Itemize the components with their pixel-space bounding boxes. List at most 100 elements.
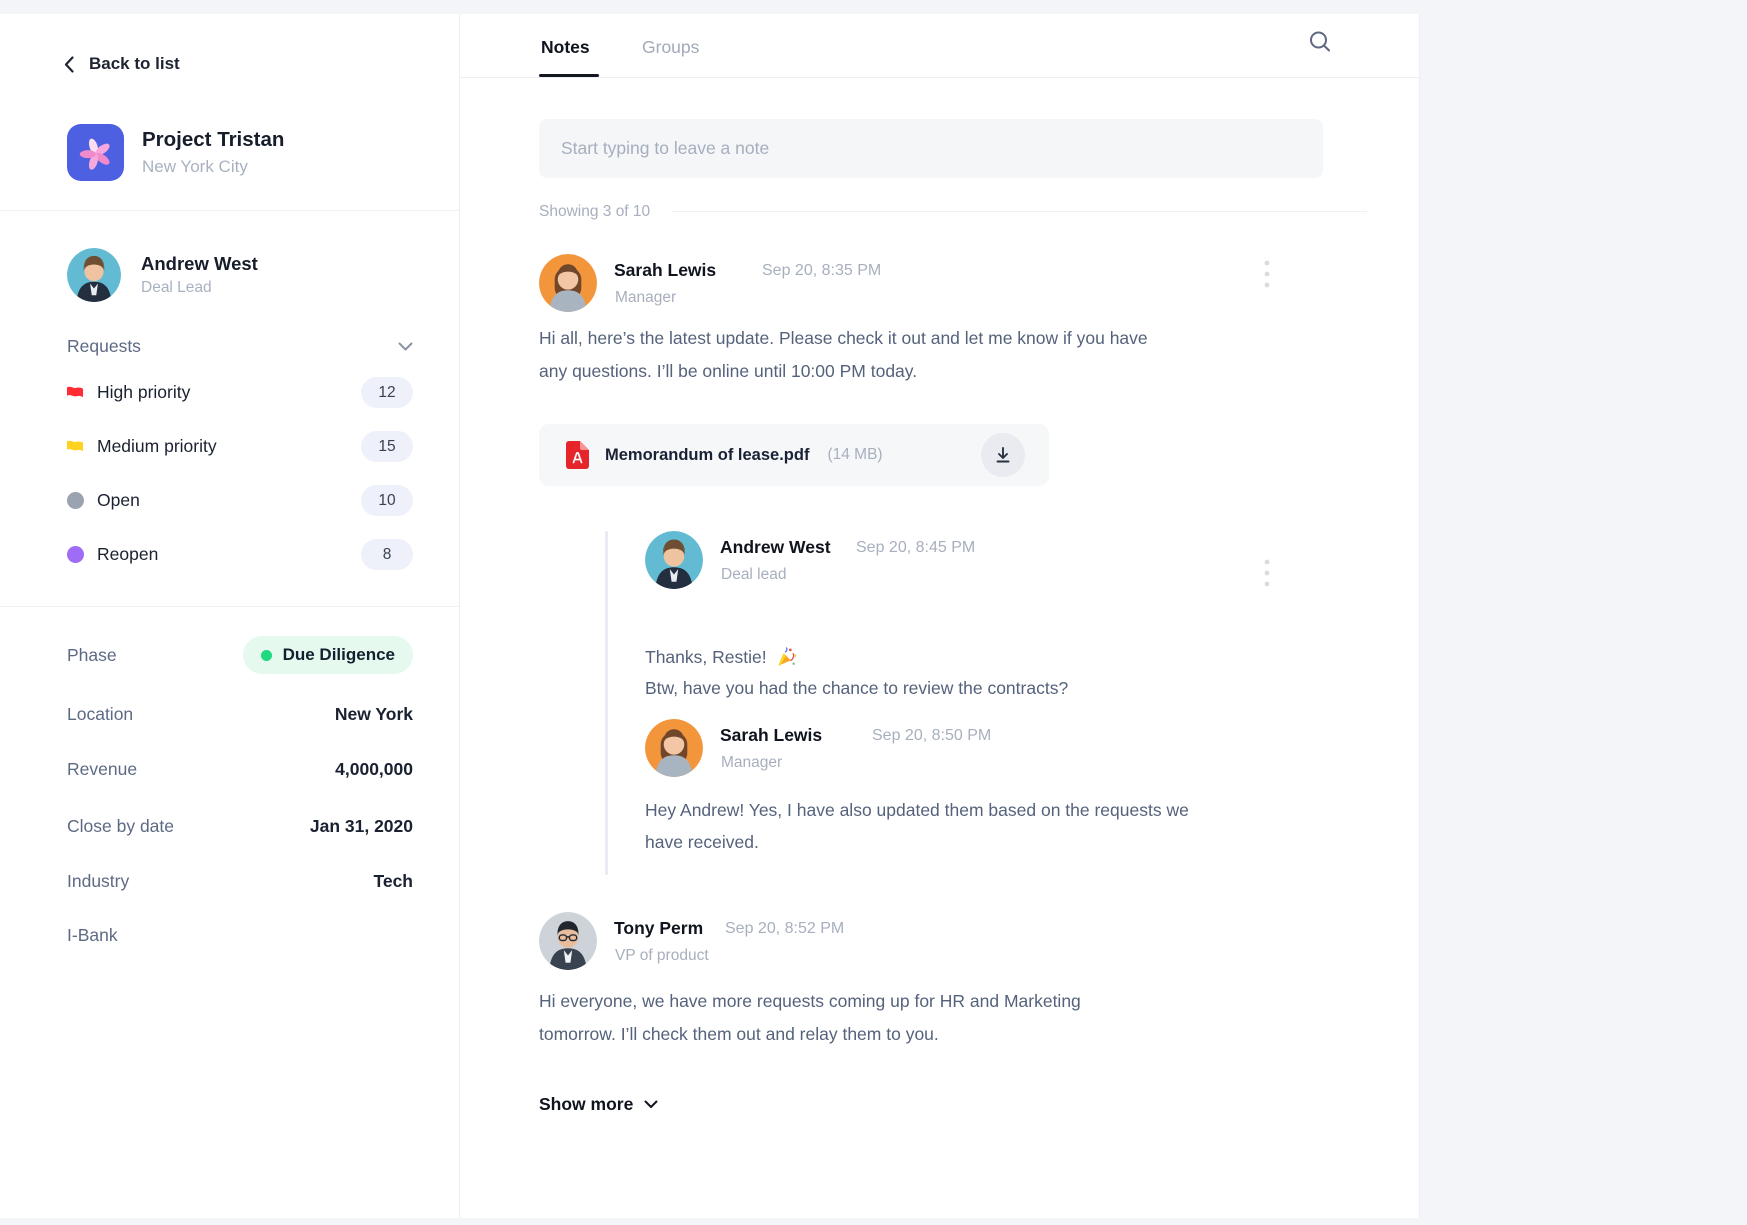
tab-notes[interactable]: Notes: [541, 37, 590, 58]
request-filter-label: Medium priority: [97, 436, 217, 457]
status-badge: Due Diligence: [243, 636, 413, 674]
thread-line: [605, 531, 608, 875]
status-dot-icon: [261, 650, 272, 661]
tab-groups[interactable]: Groups: [642, 37, 699, 58]
kebab-menu-icon: [1264, 260, 1270, 288]
avatar: [539, 912, 597, 970]
show-more-button[interactable]: Show more: [539, 1094, 658, 1115]
divider: [0, 606, 459, 607]
detail-label: Revenue: [67, 759, 137, 780]
sidebar: Back to list Project Tristan New York Ci…: [0, 14, 460, 1218]
request-filter-label: Reopen: [97, 544, 158, 565]
request-filter-high-priority[interactable]: High priority 12: [64, 377, 413, 408]
comment-timestamp: Sep 20, 8:35 PM: [762, 262, 881, 280]
detail-row-close-by-date: Close by date Jan 31, 2020: [67, 807, 413, 845]
detail-value: New York: [335, 704, 413, 725]
request-filter-medium-priority[interactable]: Medium priority 15: [64, 431, 413, 462]
comment-text: Hey Andrew! Yes, I have also updated the…: [645, 794, 1230, 858]
active-tab-underline: [539, 74, 599, 77]
avatar: [645, 719, 703, 777]
dot-icon: [64, 546, 86, 563]
request-filter-label: High priority: [97, 382, 190, 403]
detail-label: Industry: [67, 871, 129, 892]
notes-panel: Notes Groups Showing 3 of 10: [460, 14, 1420, 1218]
comment-author: Sarah Lewis: [614, 260, 716, 281]
tabs-header: Notes Groups: [460, 14, 1419, 78]
comment-author: Tony Perm: [614, 918, 703, 939]
detail-value: 4,000,000: [335, 759, 413, 780]
project-location: New York City: [142, 157, 284, 177]
attachment-file-name: Memorandum of lease.pdf: [605, 446, 809, 465]
party-popper-emoji: [776, 647, 797, 668]
detail-label: Close by date: [67, 816, 174, 837]
comment-author-role: VP of product: [615, 947, 709, 965]
back-to-list-button[interactable]: Back to list: [64, 54, 180, 74]
download-button[interactable]: [981, 433, 1025, 477]
request-count-badge: 12: [361, 377, 413, 408]
project-logo: [67, 124, 124, 181]
project-header: Project Tristan New York City: [67, 124, 284, 181]
comment-text: Hi all, here’s the latest update. Please…: [539, 322, 1159, 388]
showing-count-label: Showing 3 of 10: [539, 203, 650, 221]
divider: [672, 211, 1367, 212]
flag-icon: [64, 439, 86, 455]
comment-author-role: Manager: [721, 754, 782, 772]
request-filter-reopen[interactable]: Reopen 8: [64, 539, 413, 570]
show-more-label: Show more: [539, 1094, 633, 1115]
attachment-card[interactable]: Memorandum of lease.pdf (14 MB): [539, 424, 1049, 486]
kebab-menu-icon: [1264, 559, 1270, 587]
deal-lead-role: Deal Lead: [141, 279, 258, 297]
detail-row-location: Location New York: [67, 695, 413, 733]
detail-row-revenue: Revenue 4,000,000: [67, 750, 413, 788]
avatar: [645, 531, 703, 589]
request-count-badge: 10: [361, 485, 413, 516]
comment-timestamp: Sep 20, 8:45 PM: [856, 539, 975, 557]
request-filter-open[interactable]: Open 10: [64, 485, 413, 516]
project-name: Project Tristan: [142, 128, 284, 152]
comment-author: Sarah Lewis: [720, 725, 822, 746]
detail-label: I-Bank: [67, 925, 118, 946]
search-icon: [1307, 29, 1333, 55]
attachment-file-size: (14 MB): [827, 446, 882, 464]
comment-text: Hi everyone, we have more requests comin…: [539, 985, 1119, 1051]
detail-row-i-bank: I-Bank: [67, 916, 413, 954]
page: Back to list Project Tristan New York Ci…: [0, 0, 1747, 1225]
detail-value: Due Diligence: [283, 645, 395, 665]
comment-author: Andrew West: [720, 537, 831, 558]
avatar: [539, 254, 597, 312]
comment-text: Btw, have you had the chance to review t…: [645, 672, 1285, 705]
request-count-badge: 8: [361, 539, 413, 570]
requests-section-header[interactable]: Requests: [67, 336, 413, 357]
chevron-down-icon: [644, 1100, 658, 1109]
deal-lead-name: Andrew West: [141, 253, 258, 275]
comment-author-role: Manager: [615, 289, 676, 307]
search-button[interactable]: [1298, 21, 1342, 63]
detail-value: Tech: [373, 871, 413, 892]
flower-icon: [74, 131, 118, 175]
comment-author-role: Deal lead: [721, 566, 787, 584]
request-filter-label: Open: [97, 490, 140, 511]
detail-value: Jan 31, 2020: [310, 816, 413, 837]
deal-lead-card: Andrew West Deal Lead: [67, 248, 258, 302]
request-count-badge: 15: [361, 431, 413, 462]
detail-row-phase: Phase Due Diligence: [67, 636, 413, 674]
comment-timestamp: Sep 20, 8:50 PM: [872, 727, 991, 745]
chevron-left-icon: [64, 56, 74, 73]
back-to-list-label: Back to list: [89, 54, 180, 74]
divider: [0, 210, 459, 211]
dot-icon: [64, 492, 86, 509]
note-input[interactable]: [539, 119, 1323, 178]
requests-title: Requests: [67, 336, 141, 357]
chevron-down-icon: [398, 342, 413, 351]
detail-label: Location: [67, 704, 133, 725]
pdf-file-icon: [566, 441, 589, 469]
comment-menu-button[interactable]: [1255, 255, 1279, 293]
download-icon: [993, 445, 1013, 465]
comment-timestamp: Sep 20, 8:52 PM: [725, 920, 844, 938]
detail-row-industry: Industry Tech: [67, 862, 413, 900]
flag-icon: [64, 385, 86, 401]
comment-text: Thanks, Restie!: [645, 641, 797, 674]
avatar: [67, 248, 121, 302]
detail-label: Phase: [67, 645, 117, 666]
comment-menu-button[interactable]: [1255, 554, 1279, 592]
